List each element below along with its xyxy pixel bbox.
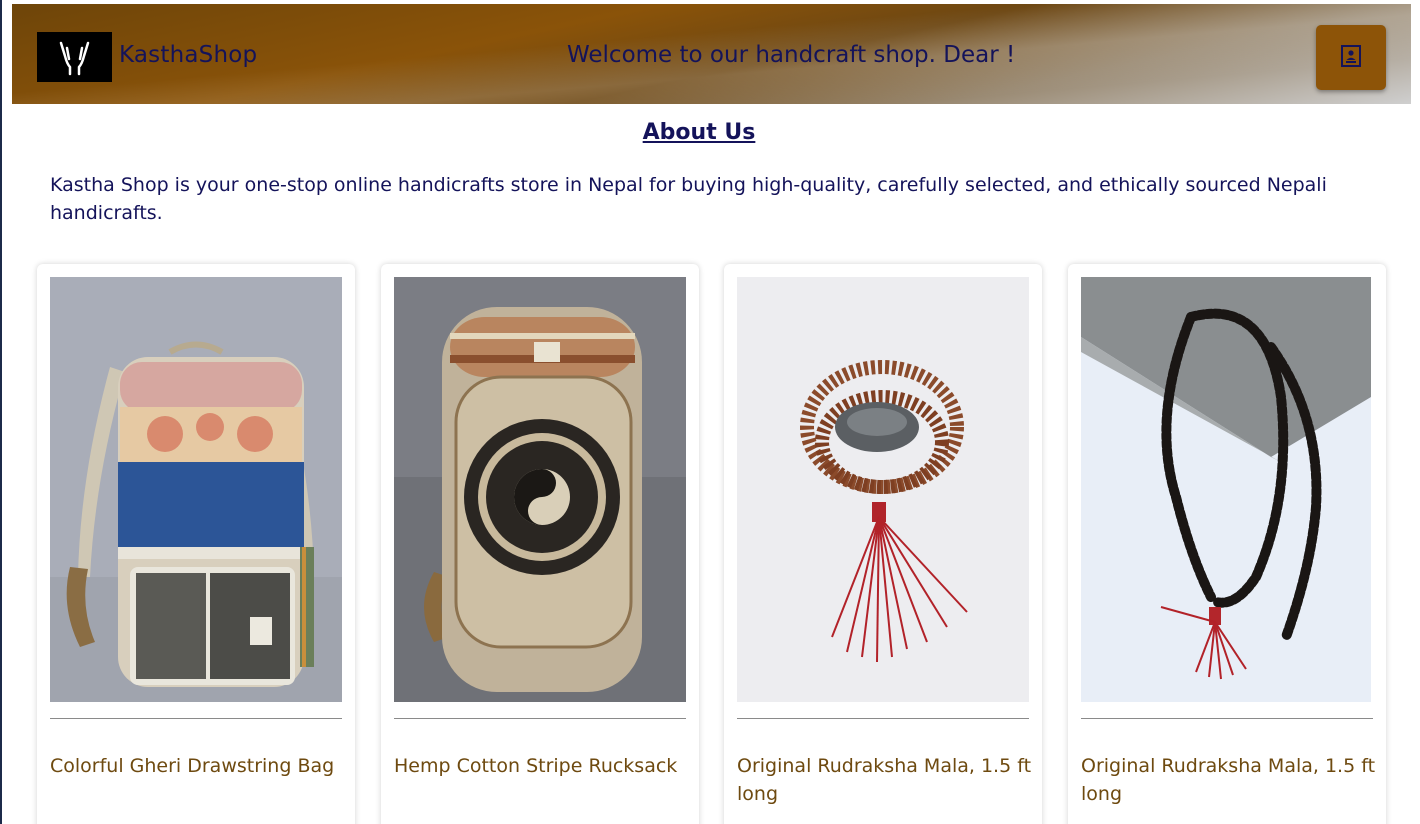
product-title[interactable]: Original Rudraksha Mala, 1.5 ft long	[1081, 752, 1376, 808]
page: KasthaShop Welcome to our handcraft shop…	[0, 0, 1420, 824]
colorful-backpack-image[interactable]	[50, 277, 342, 702]
product-grid: Colorful Gheri Drawstring Bag Hemp Cotto…	[37, 264, 1387, 824]
card-divider	[737, 718, 1029, 719]
product-title[interactable]: Colorful Gheri Drawstring Bag	[50, 752, 345, 780]
product-title[interactable]: Original Rudraksha Mala, 1.5 ft long	[737, 752, 1032, 808]
black-bead-mala-image[interactable]	[1081, 277, 1373, 702]
about-us-heading: About Us	[642, 120, 756, 145]
menu-button[interactable]	[1316, 25, 1386, 90]
contact-card-icon	[1339, 44, 1363, 72]
card-divider	[394, 718, 686, 719]
product-card[interactable]: Original Rudraksha Mala, 1.5 ft long	[724, 264, 1042, 824]
brand-name[interactable]: KasthaShop	[119, 42, 257, 68]
welcome-message: Welcome to our handcraft shop. Dear !	[567, 42, 1016, 68]
about-us-text: Kastha Shop is your one-stop online hand…	[50, 174, 1327, 224]
hands-logo-icon[interactable]	[37, 32, 112, 82]
card-divider	[1081, 718, 1373, 719]
product-title[interactable]: Hemp Cotton Stripe Rucksack	[394, 752, 689, 780]
product-card[interactable]: Hemp Cotton Stripe Rucksack	[381, 264, 699, 824]
site-header: KasthaShop Welcome to our handcraft shop…	[12, 4, 1411, 104]
hemp-rucksack-image[interactable]	[394, 277, 686, 702]
card-divider	[50, 718, 342, 719]
product-card[interactable]: Colorful Gheri Drawstring Bag	[37, 264, 355, 824]
product-card[interactable]: Original Rudraksha Mala, 1.5 ft long	[1068, 264, 1386, 824]
rudraksha-mala-image[interactable]	[737, 277, 1029, 702]
